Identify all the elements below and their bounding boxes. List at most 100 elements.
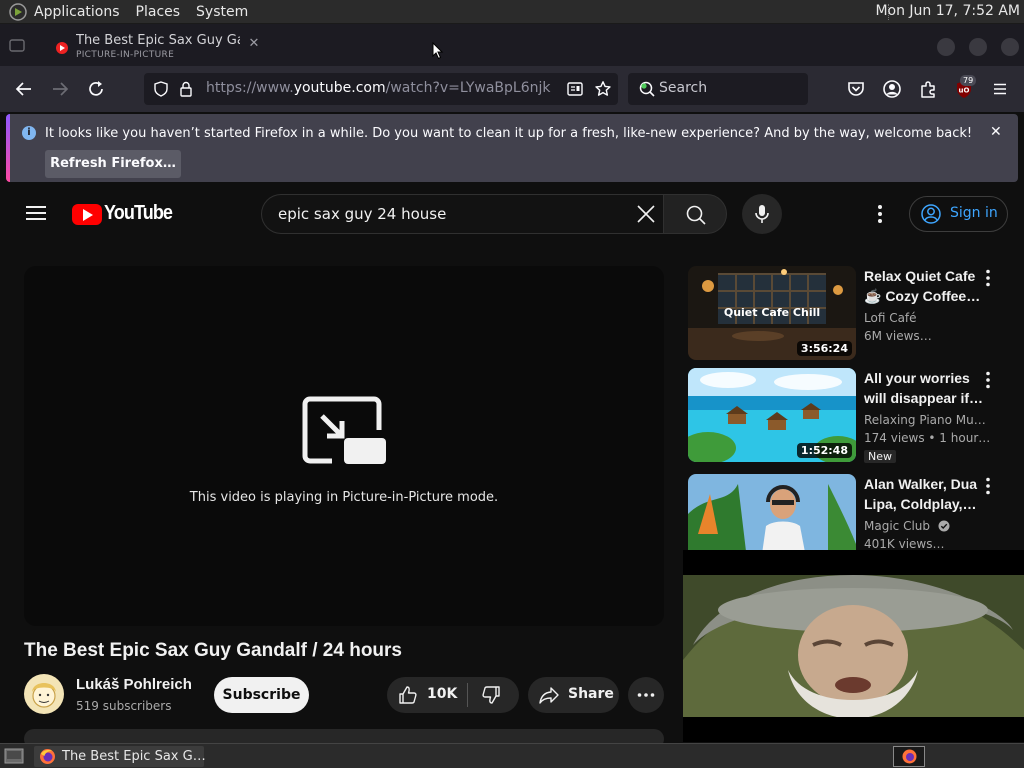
like-divider <box>467 683 468 707</box>
url-prefix: https://www. <box>206 80 294 96</box>
extensions-puzzle-icon[interactable] <box>917 78 939 100</box>
more-vertical-icon[interactable] <box>982 476 994 496</box>
svg-text:uO: uO <box>959 87 970 95</box>
settings-more-icon[interactable] <box>870 202 890 226</box>
more-vertical-icon[interactable] <box>982 268 994 288</box>
youtube-search-button[interactable] <box>663 194 727 234</box>
firefox-workspace-icon <box>902 749 917 764</box>
channel-avatar-drawing <box>32 683 56 708</box>
recommendation-item[interactable]: 1:52:48 All your worries will disappear … <box>688 368 1024 463</box>
clock[interactable]: Mon Jun 17, 7:52 AM <box>875 3 1020 19</box>
recommendation-item[interactable]: Quiet Cafe Chill 3:56:24 Relax Quiet Caf… <box>688 266 1024 360</box>
tab-title: The Best Epic Sax Guy Gandalf / 24 hours <box>76 33 240 48</box>
menu-places[interactable]: Places <box>136 4 181 20</box>
extension-count-badge: 79 <box>960 75 977 86</box>
tab-youtube[interactable]: The Best Epic Sax Guy Gandalf / 24 hours… <box>44 30 270 64</box>
view-count: 174 views • 1 hour… <box>864 431 991 445</box>
youtube-logo-text[interactable]: YouTube <box>104 202 173 225</box>
more-vertical-icon[interactable] <box>982 370 994 390</box>
share-button[interactable]: Share <box>528 677 619 713</box>
picture-in-picture-icon <box>302 396 386 464</box>
taskbar: The Best Epic Sax G… <box>0 743 1024 768</box>
url-text[interactable]: https://www.youtube.com/watch?v=LYwaBpL6… <box>206 80 550 96</box>
thumbnail-caption: Quiet Cafe Chill <box>724 306 820 319</box>
applications-menu-icon[interactable] <box>8 2 28 22</box>
top-panel: Applications Places System Mon Jun 17, 7… <box>0 0 1024 24</box>
pocket-icon[interactable] <box>845 78 867 100</box>
taskbar-window-title: The Best Epic Sax G… <box>62 749 206 764</box>
view-count: 401K views… <box>864 537 945 551</box>
title-line: ☕ Cozy Coffee… <box>864 288 981 304</box>
youtube-logo-icon[interactable] <box>72 204 102 225</box>
like-dislike-group: 10K <box>387 677 519 713</box>
title-line: Relax Quiet Cafe <box>864 268 976 284</box>
picture-in-picture-window[interactable] <box>683 550 1024 742</box>
show-desktop-icon[interactable] <box>4 747 24 765</box>
lock-icon[interactable] <box>178 80 194 98</box>
microphone-icon <box>755 205 769 223</box>
video-title-link[interactable]: Alan Walker, Dua Lipa, Coldplay,… <box>864 474 992 514</box>
more-horizontal-icon <box>637 693 655 697</box>
verified-check-icon <box>938 520 950 532</box>
tab-close-icon[interactable]: ✕ <box>246 36 262 52</box>
menu-system[interactable]: System <box>196 4 248 20</box>
channel-avatar[interactable] <box>24 674 64 714</box>
notification-message: It looks like you haven’t started Firefo… <box>45 126 973 141</box>
search-engine-icon[interactable] <box>638 80 656 98</box>
video-duration: 1:52:48 <box>796 443 852 458</box>
pip-video-frame <box>683 550 1024 742</box>
url-bar[interactable]: https://www.youtube.com/watch?v=LYwaBpL6… <box>144 73 618 105</box>
reload-icon[interactable] <box>85 78 107 100</box>
forward-arrow-icon[interactable] <box>49 78 71 100</box>
nav-toolbar: https://www.youtube.com/watch?v=LYwaBpL6… <box>0 66 1024 112</box>
tracking-protection-shield-icon[interactable] <box>152 80 170 98</box>
search-placeholder: Search <box>659 80 708 96</box>
maximize-window-button[interactable] <box>969 38 987 56</box>
minimize-window-button[interactable] <box>937 38 955 56</box>
like-thumbs-up-icon[interactable] <box>397 684 419 706</box>
channel-name[interactable]: Relaxing Piano Mu… <box>864 413 986 427</box>
dislike-thumbs-down-icon[interactable] <box>480 684 502 706</box>
youtube-search-input[interactable]: epic sax guy 24 house <box>261 194 663 234</box>
guide-menu-icon[interactable] <box>26 206 46 220</box>
notification-close-icon[interactable]: ✕ <box>990 124 1002 140</box>
title-line: Lipa, Coldplay,… <box>864 496 977 512</box>
menu-applications[interactable]: Applications <box>34 4 120 20</box>
more-actions-button[interactable] <box>628 677 664 713</box>
description-box[interactable] <box>24 729 664 743</box>
channel-name[interactable]: Magic Club <box>864 519 950 533</box>
back-arrow-icon[interactable] <box>13 78 35 100</box>
channel-name[interactable]: Lukáš Pohlreich <box>76 676 192 693</box>
video-thumbnail[interactable]: Quiet Cafe Chill 3:56:24 <box>688 266 856 360</box>
voice-search-button[interactable] <box>742 194 782 234</box>
workspace-switcher[interactable] <box>893 746 925 767</box>
tab-strip: The Best Epic Sax Guy Gandalf / 24 hours… <box>0 24 1024 66</box>
taskbar-firefox-window[interactable]: The Best Epic Sax G… <box>34 746 206 767</box>
subscribe-button[interactable]: Subscribe <box>214 677 309 713</box>
channel-name[interactable]: Lofi Café <box>864 311 917 325</box>
title-line: All your worries <box>864 370 970 386</box>
search-bar[interactable]: Search <box>628 73 808 105</box>
hamburger-menu-icon[interactable] <box>989 78 1011 100</box>
reader-view-icon[interactable] <box>566 81 584 97</box>
video-thumbnail[interactable]: 1:52:48 <box>688 368 856 462</box>
mouse-cursor-icon <box>432 42 444 60</box>
clear-search-icon[interactable] <box>635 203 657 225</box>
account-circle-icon <box>921 204 941 224</box>
account-icon[interactable] <box>881 78 903 100</box>
firefox-view-icon[interactable] <box>8 36 26 54</box>
channel-name-text: Magic Club <box>864 519 931 533</box>
new-badge: New <box>864 450 896 463</box>
share-arrow-icon <box>539 687 559 704</box>
sign-in-button[interactable]: Sign in <box>909 196 1008 232</box>
pip-status-message: This video is playing in Picture-in-Pict… <box>189 490 499 505</box>
share-label: Share <box>568 686 614 702</box>
close-window-button[interactable] <box>1001 38 1019 56</box>
video-player[interactable]: This video is playing in Picture-in-Pict… <box>24 266 664 626</box>
like-count[interactable]: 10K <box>427 686 457 702</box>
video-title-link[interactable]: Relax Quiet Cafe ☕ Cozy Coffee… <box>864 266 992 306</box>
refresh-firefox-notification: i It looks like you haven’t started Fire… <box>6 114 1018 182</box>
bookmark-star-icon[interactable] <box>594 80 612 98</box>
refresh-firefox-button[interactable]: Refresh Firefox… <box>45 150 181 178</box>
video-title-link[interactable]: All your worries will disappear if… <box>864 368 992 408</box>
